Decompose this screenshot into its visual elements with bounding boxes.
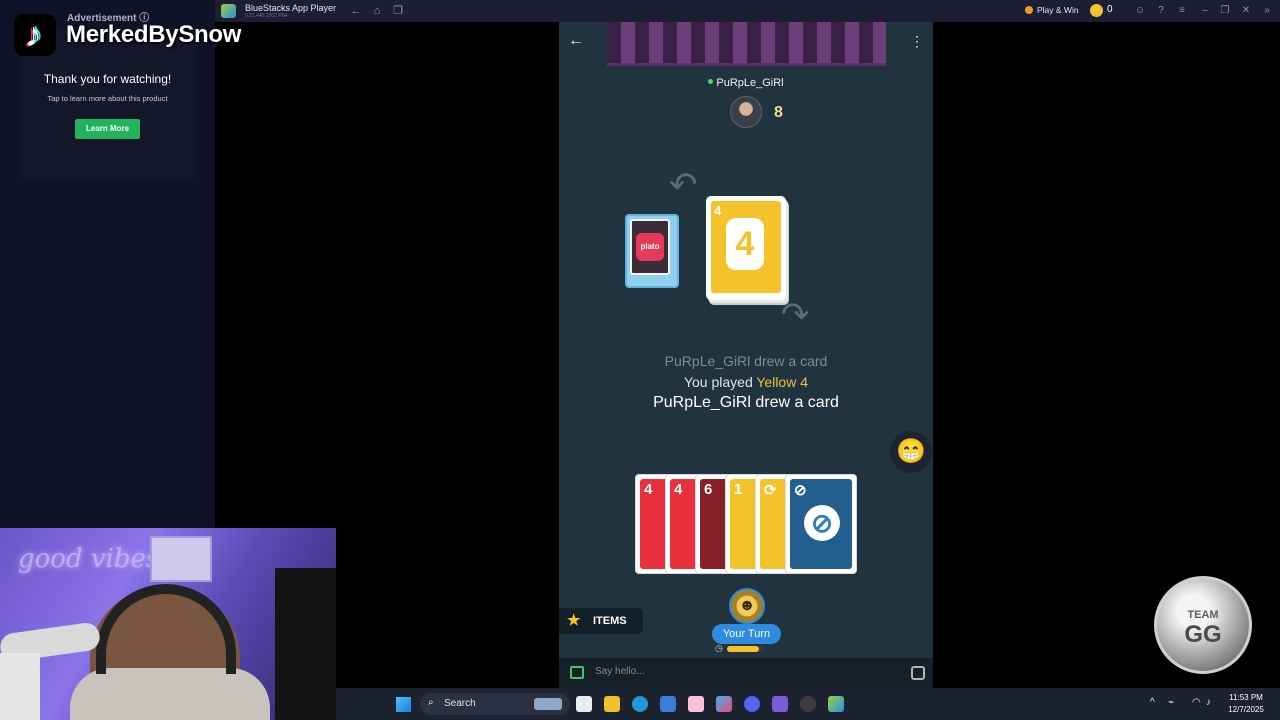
opponent-card-count: 8 bbox=[774, 104, 783, 121]
your-turn-badge: Your Turn bbox=[712, 624, 781, 644]
taskbar-clock[interactable]: 11:53 PM 12/7/2025 bbox=[1220, 692, 1272, 716]
timer-icon: ◷ bbox=[715, 643, 723, 653]
wifi-icon[interactable]: ◠ bbox=[1192, 697, 1201, 708]
draw-pile[interactable]: plato bbox=[625, 214, 679, 288]
streamer-hoodie bbox=[70, 668, 270, 720]
copilot-icon[interactable] bbox=[716, 696, 732, 712]
microphone-stand bbox=[0, 653, 40, 720]
search-highlight-icon bbox=[534, 698, 562, 710]
restore-icon[interactable]: ❐ bbox=[1218, 4, 1232, 18]
player-hand: 4 4 6 1 ⟳ ⊘ ⊘ bbox=[635, 474, 860, 576]
app-icon[interactable] bbox=[688, 696, 704, 712]
background-object bbox=[275, 568, 336, 720]
network-icon[interactable]: ⌁ bbox=[1168, 697, 1174, 708]
tray-overflow-icon[interactable]: ^ bbox=[1150, 697, 1155, 708]
hand-card-value: ⊘ bbox=[794, 482, 807, 499]
team-gg-logo: TEAM GG bbox=[1154, 576, 1252, 674]
app-version: 5.21.440.1002 P64 bbox=[245, 13, 288, 19]
skip-icon: ⊘ bbox=[804, 505, 840, 541]
items-button[interactable]: ★ ITEMS bbox=[559, 608, 643, 634]
taskbar-search[interactable]: ⌕ Search bbox=[420, 693, 570, 715]
back-arrow-icon[interactable]: ← bbox=[567, 32, 585, 50]
search-label: Search bbox=[444, 698, 476, 709]
direction-arrow-icon: ↷ bbox=[781, 296, 810, 334]
tiktok-logo-icon: ♪ ♪ ♪ bbox=[14, 14, 56, 56]
home-icon[interactable]: ⌂ bbox=[370, 4, 384, 18]
windows-taskbar: ⌕ Search ^ ⌁ ◠ ♪ 11:53 PM 12/7/2025 bbox=[336, 688, 1280, 720]
plato-logo: plato bbox=[636, 233, 664, 261]
search-icon: ⌕ bbox=[428, 697, 434, 708]
draw-pile-card: plato bbox=[630, 219, 670, 275]
sidebar-toggle-icon[interactable]: » bbox=[1260, 4, 1274, 18]
windows-start-icon[interactable] bbox=[396, 697, 411, 712]
turn-timer-bar bbox=[727, 646, 765, 652]
discard-card-corner-value: 4 bbox=[714, 203, 722, 218]
hand-card-value: 6 bbox=[704, 481, 713, 498]
volume-icon[interactable]: ♪ bbox=[1206, 697, 1211, 708]
player-avatar[interactable]: ☻ bbox=[729, 588, 765, 624]
discard-card-value: 4 bbox=[726, 218, 764, 270]
ad-subtitle: Tap to learn more about this product bbox=[47, 94, 168, 103]
stream-handle: MerkedBySnow bbox=[66, 21, 242, 48]
recent-apps-icon[interactable]: ❐ bbox=[391, 4, 405, 18]
learn-more-button[interactable]: Learn More bbox=[75, 119, 140, 139]
game-log-line: You played Yellow 4 bbox=[683, 374, 809, 390]
bluestacks-taskbar-icon[interactable] bbox=[828, 696, 844, 712]
headset bbox=[96, 584, 236, 674]
store-icon[interactable] bbox=[660, 696, 676, 712]
clock-time: 11:53 PM bbox=[1229, 693, 1263, 702]
items-label: ITEMS bbox=[593, 615, 627, 627]
sticker-icon[interactable] bbox=[911, 666, 925, 680]
play-win-button[interactable]: Play & Win bbox=[1025, 5, 1079, 15]
game-log-line: PuRpLe_GiRl drew a card bbox=[664, 353, 828, 369]
coin-count: 0 bbox=[1107, 4, 1113, 15]
hand-card-value: 1 bbox=[734, 481, 743, 498]
hand-card-value: 4 bbox=[674, 481, 683, 498]
opponent-avatar[interactable] bbox=[730, 96, 762, 128]
opponent-name: PuRpLe_GiRl bbox=[559, 77, 933, 89]
minimize-icon[interactable]: – bbox=[1198, 4, 1212, 18]
ad-title: Thank you for watching! bbox=[43, 72, 172, 86]
bluestacks-titlebar: BlueStacks App Player 5.21.440.1002 P64 … bbox=[215, 0, 1280, 22]
app-title: BlueStacks App Player bbox=[245, 3, 337, 13]
file-explorer-icon[interactable] bbox=[604, 696, 620, 712]
direction-arrow-icon: ↶ bbox=[669, 166, 698, 204]
hand-card-value: ⟳ bbox=[764, 482, 777, 499]
chat-icon bbox=[570, 666, 584, 679]
help-icon[interactable]: ? bbox=[1154, 4, 1168, 18]
clock-date: 12/7/2025 bbox=[1228, 705, 1264, 714]
app-icon[interactable] bbox=[772, 696, 788, 712]
discord-icon[interactable] bbox=[744, 696, 760, 712]
opponent-banner bbox=[607, 22, 886, 66]
hand-card-value: 4 bbox=[644, 481, 653, 498]
more-options-icon[interactable]: ⋮ bbox=[909, 32, 925, 50]
air-conditioner bbox=[150, 536, 212, 582]
menu-icon[interactable]: ≡ bbox=[1175, 4, 1189, 18]
back-icon[interactable]: ← bbox=[349, 4, 363, 18]
hand-card[interactable]: ⊘ ⊘ bbox=[785, 474, 857, 574]
game-log-latest: PuRpLe_GiRl drew a card bbox=[653, 394, 839, 411]
chat-bar: Say hello... bbox=[559, 658, 933, 688]
task-view-icon[interactable] bbox=[576, 696, 592, 712]
chat-input[interactable]: Say hello... bbox=[595, 666, 644, 677]
team-label: TEAM bbox=[1187, 609, 1219, 621]
turn-timer-fill bbox=[727, 646, 760, 652]
star-icon: ★ bbox=[567, 612, 581, 629]
gg-label: GG bbox=[1184, 621, 1222, 648]
discard-pile: 4 4 bbox=[706, 196, 786, 300]
close-icon[interactable]: ✕ bbox=[1239, 4, 1253, 18]
neon-sign: good vibes bbox=[18, 544, 160, 574]
webcam-overlay: good vibes bbox=[0, 528, 336, 720]
profile-icon[interactable]: ☺ bbox=[1133, 4, 1147, 18]
bluestacks-icon bbox=[221, 4, 236, 18]
edge-icon[interactable] bbox=[632, 696, 648, 712]
ad-panel: Advertisement ⓘ Thank you for watching! … bbox=[0, 0, 215, 528]
coin-icon bbox=[1090, 4, 1103, 17]
emoji-reaction-button[interactable]: 😁 bbox=[890, 431, 932, 473]
game-screen: ← ⋮ PuRpLe_GiRl 8 ↶ ↷ plato 4 4 PuRpLe_G… bbox=[559, 22, 933, 658]
online-status-icon bbox=[708, 79, 714, 84]
obs-icon[interactable] bbox=[800, 696, 816, 712]
